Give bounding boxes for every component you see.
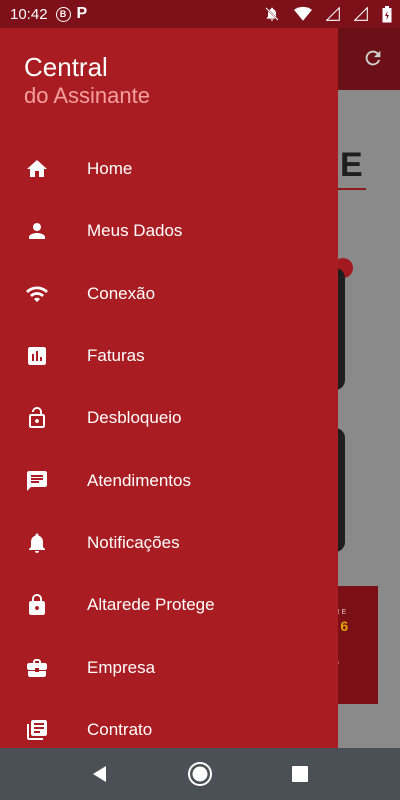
drawer-header: Central do Assinante — [0, 28, 338, 138]
menu-item-empresa[interactable]: Empresa — [0, 636, 338, 698]
home-button-icon[interactable] — [185, 759, 215, 789]
menu-label-conexao: Conexão — [87, 283, 156, 303]
unlock-icon — [24, 405, 50, 431]
signal-icon-2 — [354, 7, 368, 21]
drawer-title: Central — [24, 52, 108, 82]
recents-icon[interactable] — [285, 759, 315, 789]
menu-item-faturas[interactable]: Faturas — [0, 325, 338, 387]
menu-item-contrato[interactable]: Contrato — [0, 699, 338, 748]
briefcase-icon — [24, 655, 50, 681]
status-time: 10:42 — [10, 5, 48, 23]
muted-bell-icon — [264, 6, 280, 22]
chat-icon — [24, 468, 50, 494]
bar-chart-icon — [24, 343, 50, 369]
battery-icon — [382, 5, 392, 23]
menu-item-altarede-protege[interactable]: Altarede Protege — [0, 574, 338, 636]
person-icon — [24, 218, 50, 244]
wifi-status-icon — [294, 6, 312, 22]
drawer-menu: Home Meus Dados Conexão Faturas Desbloqu… — [0, 138, 338, 748]
b-notification-icon: B — [55, 6, 71, 22]
menu-label-desbloqueio: Desbloqueio — [87, 408, 182, 428]
menu-label-empresa: Empresa — [87, 657, 156, 677]
signal-icon — [326, 7, 340, 21]
menu-item-home[interactable]: Home — [0, 138, 338, 200]
navigation-drawer: Central do Assinante Home Meus Dados Con… — [0, 28, 338, 748]
refresh-icon[interactable] — [362, 47, 384, 75]
document-list-icon — [24, 717, 50, 743]
menu-item-desbloqueio[interactable]: Desbloqueio — [0, 387, 338, 449]
menu-item-notificacoes[interactable]: Notificações — [0, 512, 338, 574]
wifi-icon — [24, 281, 50, 307]
drawer-subtitle: do Assinante — [24, 83, 150, 108]
menu-label-notificacoes: Notificações — [87, 532, 180, 552]
status-bar: 10:42 B P — [0, 0, 400, 28]
status-icons — [256, 5, 392, 23]
menu-label-meus-dados: Meus Dados — [87, 221, 183, 241]
menu-label-atendimentos: Atendimentos — [87, 470, 191, 490]
menu-label-altarede-protege: Altarede Protege — [87, 595, 215, 615]
p-notification-icon: P — [76, 5, 88, 22]
menu-label-contrato: Contrato — [87, 719, 153, 739]
system-nav-bar — [0, 748, 400, 800]
menu-item-conexao[interactable]: Conexão — [0, 263, 338, 325]
menu-label-faturas: Faturas — [87, 346, 145, 366]
background-logo-line — [336, 188, 366, 190]
menu-label-home: Home — [87, 159, 133, 179]
home-icon — [24, 156, 50, 182]
lock-icon — [24, 592, 50, 618]
menu-item-atendimentos[interactable]: Atendimentos — [0, 449, 338, 511]
back-icon[interactable] — [85, 759, 115, 789]
background-logo: E — [340, 146, 363, 184]
menu-item-meus-dados[interactable]: Meus Dados — [0, 200, 338, 262]
bell-icon — [24, 530, 50, 556]
